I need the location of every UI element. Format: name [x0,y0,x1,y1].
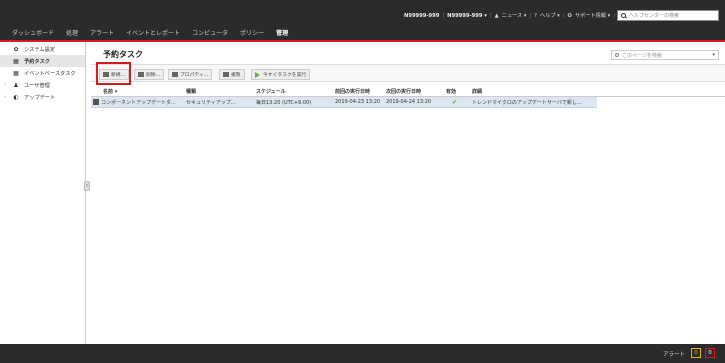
sidebar-item-updates[interactable]: › ◐ アップデート [0,91,85,103]
nav-dashboard[interactable]: ダッシュボード [12,28,54,37]
help-menu[interactable]: ヘルプ ▾ [540,12,560,19]
page-search-placeholder: このページを検索 [622,52,662,59]
collapse-sidebar-button[interactable]: ‹ [84,181,90,191]
nav-computers[interactable]: コンピュータ [192,28,228,37]
cell-name-text: コンポーネントアップデートタ... [101,99,176,106]
task-icon [93,98,99,105]
sidebar-item-scheduled-tasks[interactable]: ▦ 予約タスク [0,55,85,67]
chevron-right-icon[interactable]: › [4,94,12,100]
cell-next-run: 2019-04-24 13:20 [386,99,432,105]
table-header: 名前 ▾ 種類 スケジュール 前回の実行日時 次回の実行日時 有効 詳細 [91,87,725,97]
search-icon [615,53,619,57]
sidebar-item-label: システム設定 [24,46,55,53]
chevron-right-icon[interactable]: › [4,82,12,88]
sidebar-item-event-based-tasks[interactable]: ▦ イベントベースタスク [0,67,85,79]
main-content: 予約タスク このページを検索 ▾ 新規... 削除... プロパティ... 複製… [91,42,725,344]
search-icon [621,13,626,18]
chevron-down-icon[interactable]: ▾ [712,52,715,58]
top-bar: N99999-999 | N99999-999 ▾ | ▲ ニュース ▾ | ?… [0,0,725,42]
sidebar-item-label: アップデート [24,94,56,101]
top-links: N99999-999 | N99999-999 ▾ | ▲ ニュース ▾ | ?… [404,12,615,20]
sidebar-item-label: ユーザ管理 [24,82,50,89]
help-search-input[interactable]: ヘルプセンターの検索 [617,10,719,21]
account-id: N99999-999 [404,12,440,19]
sidebar-item-label: 予約タスク [24,58,50,65]
delete-button[interactable]: 削除... [134,69,165,80]
play-icon [255,71,260,78]
help-search-placeholder: ヘルプセンターの検索 [629,13,680,19]
sidebar-item-system-settings[interactable]: ✿ システム設定 [0,43,85,55]
help-icon: ? [534,12,537,19]
calendar-icon: ▦ [13,69,19,77]
cell-last-run: 2019-04-23 13:20 [335,99,381,105]
gear-icon: ✿ [13,45,19,53]
properties-button-label: プロパティ... [180,73,209,78]
nav-events-reports[interactable]: イベントとレポート [126,28,180,37]
cell-details: トレンドマイクロのアップデートサーバで新し... [472,99,582,106]
tasks-table: 名前 ▾ 種類 スケジュール 前回の実行日時 次回の実行日時 有効 詳細 コンポ… [91,87,725,108]
column-header-last-run[interactable]: 前回の実行日時 [335,88,386,95]
news-menu[interactable]: ニュース ▾ [502,12,527,19]
duplicate-icon [223,72,229,77]
column-header-details[interactable]: 詳細 [472,88,597,95]
lifebuoy-icon: ✪ [567,12,572,19]
column-header-next-run[interactable]: 次回の実行日時 [386,88,446,95]
table-row[interactable]: コンポーネントアップデートタ... セキュリティアップ... 毎日13:20 (… [91,97,597,108]
column-header-schedule[interactable]: スケジュール [256,88,335,95]
sidebar-item-label: イベントベースタスク [24,70,76,77]
alerts-label: アラート [662,352,685,358]
sidebar-item-user-management[interactable]: › ♟ ユーザ管理 [0,79,85,91]
trash-icon [138,72,144,77]
bell-icon: ▲ [494,12,499,19]
main-nav: ダッシュボード 処理 アラート イベントとレポート コンピュータ ポリシー 管理 [12,28,288,37]
cell-type: セキュリティアップ... [186,99,236,106]
sidebar: ✿ システム設定 ▦ 予約タスク ▦ イベントベースタスク › ♟ ユーザ管理 … [0,42,86,344]
cell-schedule: 毎日13:20 (UTC+9.00) [256,99,312,106]
properties-button[interactable]: プロパティ... [168,69,213,80]
nav-actions[interactable]: 処理 [66,28,78,37]
cell-name: コンポーネントアップデートタ... [91,98,186,106]
nav-policies[interactable]: ポリシー [240,28,264,37]
duplicate-button-label: 複製 [231,73,241,78]
nav-alerts[interactable]: アラート [90,28,114,37]
column-header-enabled[interactable]: 有効 [446,88,472,95]
footer-bar: アラート 0 0 [0,344,725,363]
support-menu[interactable]: サポート情報 ▾ [575,12,610,19]
duplicate-button[interactable]: 複製 [219,69,245,80]
users-icon: ♟ [13,81,19,89]
check-icon: ✔ [452,98,458,106]
warning-alert-count[interactable]: 0 [691,348,701,358]
delete-button-label: 削除... [146,73,161,78]
run-now-button-label: 今すぐタスクを実行 [263,73,307,78]
column-header-type[interactable]: 種類 [186,88,256,95]
toolbar: 新規... 削除... プロパティ... 複製 今すぐタスクを実行 [91,64,725,82]
page-title: 予約タスク [103,50,143,59]
nav-administration[interactable]: 管理 [276,28,288,37]
new-button-highlight [96,62,131,85]
user-menu[interactable]: N99999-999 ▾ [447,13,487,19]
run-now-button[interactable]: 今すぐタスクを実行 [251,69,311,80]
column-header-name[interactable]: 名前 ▾ [91,88,186,95]
properties-icon [172,72,178,77]
page-search-input[interactable]: このページを検索 ▾ [611,50,719,60]
critical-alert-count[interactable]: 0 [705,348,715,358]
update-icon: ◐ [13,93,19,101]
calendar-icon: ▦ [13,57,19,65]
